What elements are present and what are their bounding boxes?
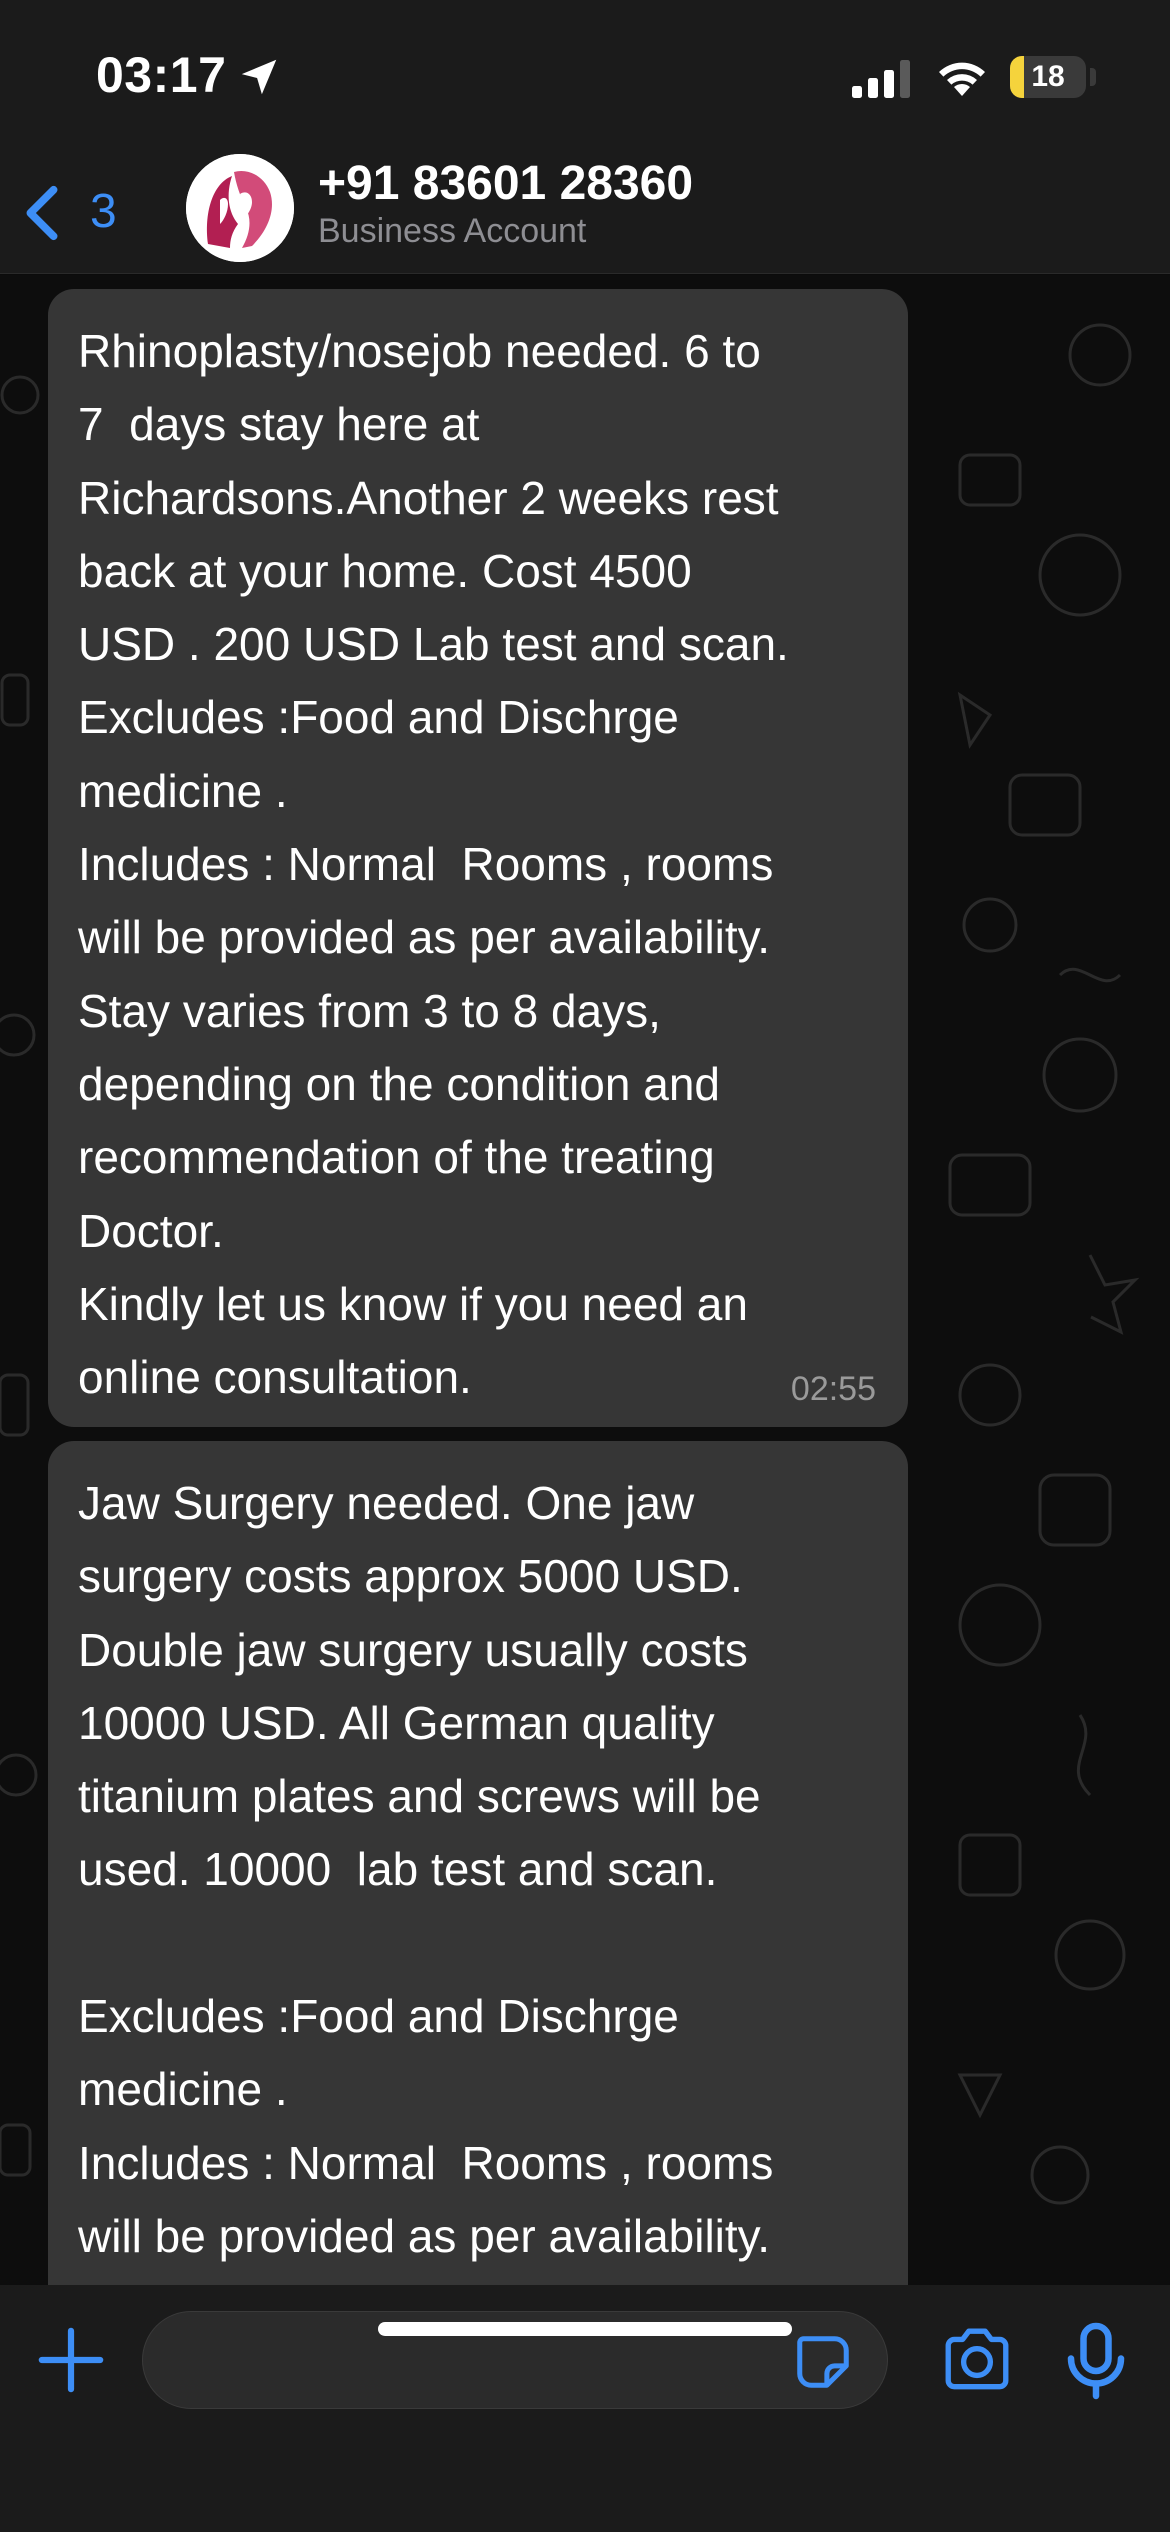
avatar[interactable] <box>186 154 294 262</box>
contact-name[interactable]: +91 83601 28360 <box>318 156 693 211</box>
whatsapp-chat-screen: 03:17 18 3 +91 83601 28360 Business Acco… <box>0 0 1170 2532</box>
status-bar: 03:17 18 <box>0 0 1170 150</box>
clinic-logo-icon <box>186 154 294 262</box>
chat-header: 3 +91 83601 28360 Business Account <box>0 150 1170 274</box>
plus-icon[interactable] <box>36 2325 106 2395</box>
message-text: Jaw Surgery needed. One jaw surgery cost… <box>78 1477 774 2262</box>
wifi-icon <box>939 62 985 96</box>
battery-icon: 18 <box>1010 56 1086 98</box>
message-bubble[interactable]: Rhinoplasty/nosejob needed. 6 to 7 days … <box>48 289 908 1427</box>
home-indicator <box>378 2322 792 2336</box>
message-bubble[interactable]: Jaw Surgery needed. One jaw surgery cost… <box>48 1441 908 2285</box>
message-time: 02:55 <box>790 1370 876 1408</box>
message-composer <box>0 2285 1170 2532</box>
message-text: Rhinoplasty/nosejob needed. 6 to 7 days … <box>78 325 789 1404</box>
contact-subtitle: Business Account <box>318 212 587 250</box>
status-time: 03:17 <box>96 47 227 103</box>
back-button[interactable]: 3 <box>22 174 142 248</box>
battery-cap <box>1090 68 1096 86</box>
battery-level: 18 <box>1031 60 1065 93</box>
chevron-left-icon <box>26 185 58 241</box>
unread-count: 3 <box>90 185 117 238</box>
sticker-icon[interactable] <box>792 2331 854 2393</box>
chat-area[interactable]: Rhinoplasty/nosejob needed. 6 to 7 days … <box>0 275 1170 2285</box>
signal-bars-icon <box>852 60 910 98</box>
location-arrow-icon <box>241 59 277 95</box>
microphone-icon[interactable] <box>1066 2321 1126 2401</box>
camera-icon[interactable] <box>940 2327 1014 2393</box>
